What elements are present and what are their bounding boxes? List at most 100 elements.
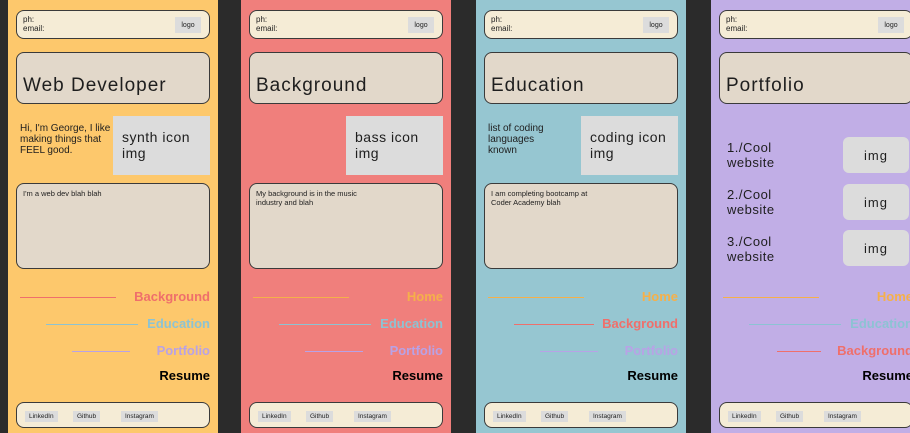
phone-label: ph: <box>23 15 35 24</box>
title-box: Education <box>484 52 678 104</box>
coding-icon-placeholder: coding icon img <box>581 116 678 175</box>
nav-item-portfolio[interactable]: Portfolio <box>20 343 210 359</box>
instagram-link[interactable]: Instagram <box>121 411 158 422</box>
social-footer: LinkedIn Github Instagram <box>249 402 443 428</box>
education-screen: ph: email: logo Education list of coding… <box>476 0 686 433</box>
nav-label[interactable]: Background <box>602 316 678 332</box>
nav-label[interactable]: Background <box>837 343 910 359</box>
nav-line <box>514 324 594 325</box>
logo-placeholder[interactable]: logo <box>408 17 434 33</box>
languages-list: list of coding languages known <box>488 123 544 156</box>
title-box: Portfolio <box>719 52 910 104</box>
email-label: email: <box>726 24 748 33</box>
portfolio-item[interactable]: 1./Cool website <box>727 140 807 170</box>
nav-item-background[interactable]: Background <box>723 343 910 359</box>
phone-label: ph: <box>491 15 503 24</box>
github-link[interactable]: Github <box>776 411 804 422</box>
page-title: Education <box>491 75 585 96</box>
nav-label[interactable]: Home <box>877 289 910 305</box>
nav-label[interactable]: Home <box>407 289 443 305</box>
nav-label[interactable]: Education <box>380 316 443 332</box>
bass-icon-placeholder: bass icon img <box>346 116 443 175</box>
email-label: email: <box>491 24 513 33</box>
nav-label[interactable]: Resume <box>862 368 910 384</box>
logo-placeholder[interactable]: logo <box>175 17 201 33</box>
nav-item-education[interactable]: Education <box>723 316 910 332</box>
nav-item-resume[interactable]: Resume <box>723 368 910 384</box>
nav-line <box>305 351 363 352</box>
background-screen: ph: email: logo Background bass icon img… <box>241 0 451 433</box>
nav-item-portfolio[interactable]: Portfolio <box>488 343 678 359</box>
contact-header: ph: email: logo <box>249 10 443 39</box>
nav-line <box>488 297 584 298</box>
nav-item-home[interactable]: Home <box>488 289 678 305</box>
nav-line <box>72 351 130 352</box>
portfolio-image-placeholder: img <box>843 184 909 220</box>
description-box: My background is in the music industry a… <box>249 183 443 269</box>
nav-item-resume[interactable]: Resume <box>253 368 443 384</box>
description-text: I am completing bootcamp at Coder Academ… <box>491 189 588 207</box>
contact-info: ph: email: <box>726 15 747 33</box>
page-title: Web Developer <box>23 75 167 96</box>
nav-line <box>540 351 598 352</box>
title-box: Background <box>249 52 443 104</box>
nav-label[interactable]: Resume <box>392 368 443 384</box>
instagram-link[interactable]: Instagram <box>589 411 626 422</box>
intro-text: Hi, I'm George, I like making things tha… <box>20 123 111 156</box>
description-box: I'm a web dev blah blah <box>16 183 210 269</box>
email-label: email: <box>256 24 278 33</box>
nav-item-portfolio[interactable]: Portfolio <box>253 343 443 359</box>
nav-item-background[interactable]: Background <box>488 316 678 332</box>
linkedin-link[interactable]: LinkedIn <box>25 411 58 422</box>
portfolio-image-placeholder: img <box>843 137 909 173</box>
github-link[interactable]: Github <box>541 411 569 422</box>
nav-line <box>253 297 349 298</box>
nav-item-resume[interactable]: Resume <box>488 368 678 384</box>
nav-label[interactable]: Portfolio <box>625 343 678 359</box>
linkedin-link[interactable]: LinkedIn <box>493 411 526 422</box>
nav-label[interactable]: Portfolio <box>157 343 210 359</box>
nav-line <box>723 297 819 298</box>
linkedin-link[interactable]: LinkedIn <box>728 411 761 422</box>
github-link[interactable]: Github <box>306 411 334 422</box>
nav-line <box>20 297 116 298</box>
nav-line <box>279 324 371 325</box>
portfolio-image-placeholder: img <box>843 230 909 266</box>
description-text: I'm a web dev blah blah <box>23 189 102 198</box>
nav-item-resume[interactable]: Resume <box>20 368 210 384</box>
nav-item-home[interactable]: Home <box>723 289 910 305</box>
nav-label[interactable]: Education <box>850 316 910 332</box>
nav-item-background[interactable]: Background <box>20 289 210 305</box>
nav-label[interactable]: Home <box>642 289 678 305</box>
nav-label[interactable]: Resume <box>627 368 678 384</box>
logo-placeholder[interactable]: logo <box>878 17 904 33</box>
logo-placeholder[interactable]: logo <box>643 17 669 33</box>
page-title: Portfolio <box>726 75 805 96</box>
portfolio-item[interactable]: 2./Cool website <box>727 187 807 217</box>
nav-item-home[interactable]: Home <box>253 289 443 305</box>
social-footer: LinkedIn Github Instagram <box>719 402 910 428</box>
linkedin-link[interactable]: LinkedIn <box>258 411 291 422</box>
contact-info: ph: email: <box>491 15 512 33</box>
instagram-link[interactable]: Instagram <box>354 411 391 422</box>
phone-label: ph: <box>256 15 268 24</box>
social-footer: LinkedIn Github Instagram <box>16 402 210 428</box>
email-label: email: <box>23 24 45 33</box>
nav-label[interactable]: Education <box>147 316 210 332</box>
nav-line <box>749 324 841 325</box>
nav-line <box>46 324 138 325</box>
portfolio-screen: ph: email: logo Portfolio 1./Cool websit… <box>711 0 910 433</box>
social-footer: LinkedIn Github Instagram <box>484 402 678 428</box>
github-link[interactable]: Github <box>73 411 101 422</box>
nav-item-education[interactable]: Education <box>20 316 210 332</box>
synth-icon-placeholder: synth icon img <box>113 116 210 175</box>
phone-label: ph: <box>726 15 738 24</box>
nav-label[interactable]: Background <box>134 289 210 305</box>
nav-label[interactable]: Portfolio <box>390 343 443 359</box>
nav-line <box>777 351 821 352</box>
portfolio-item[interactable]: 3./Cool website <box>727 234 807 264</box>
instagram-link[interactable]: Instagram <box>824 411 861 422</box>
nav-label[interactable]: Resume <box>159 368 210 384</box>
nav-item-education[interactable]: Education <box>253 316 443 332</box>
contact-info: ph: email: <box>23 15 44 33</box>
